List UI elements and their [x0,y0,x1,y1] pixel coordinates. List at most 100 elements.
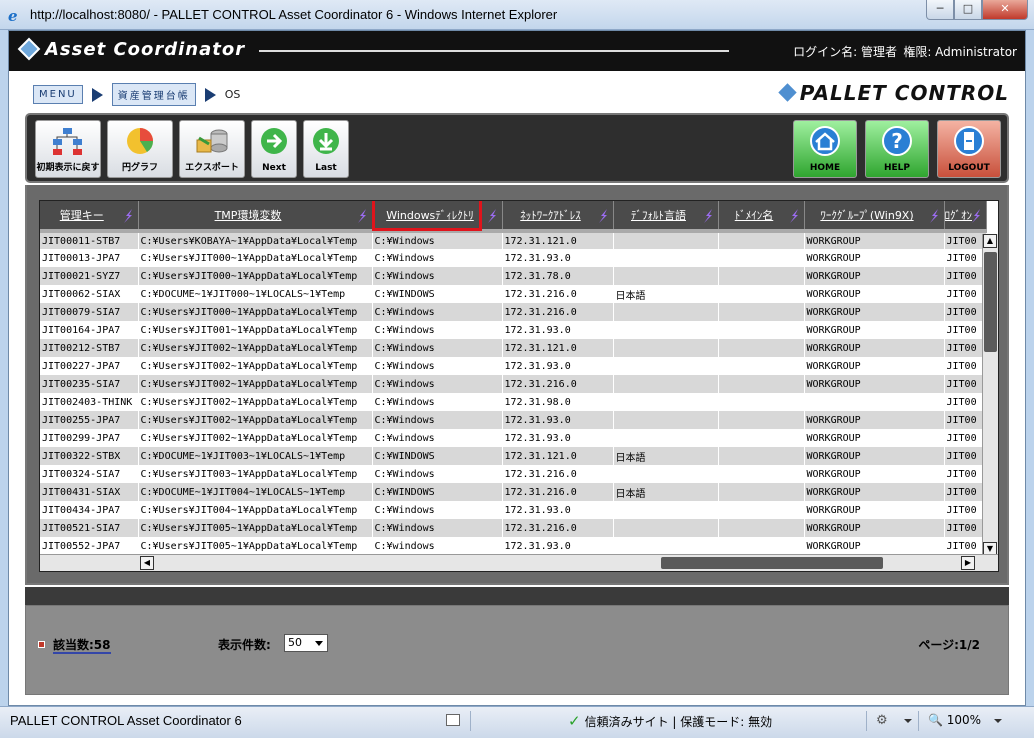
sort-icon[interactable] [703,209,712,223]
table-cell: C:¥Users¥JIT002~1¥AppData¥Local¥Temp [138,339,373,357]
table-cell: WORKGROUP [804,357,945,375]
help-button[interactable]: ? HELP [865,120,929,178]
chevron-down-icon[interactable] [904,719,912,723]
security-settings-icon[interactable]: ⚙ [876,713,888,728]
table-row[interactable]: JIT00299-JPA7 C:¥Users¥JIT002~1¥AppData¥L… [40,429,987,447]
table-cell: C:¥Windows [372,501,503,519]
arrow-down-icon [313,128,339,154]
zoom-level[interactable]: 🔍 100% [928,713,981,727]
table-row[interactable]: JIT00164-JPA7 C:¥Users¥JIT001~1¥AppData¥L… [40,321,987,339]
table-cell [613,339,719,357]
table-cell: C:¥Users¥JIT000~1¥AppData¥Local¥Temp [138,267,373,285]
table-cell: C:¥WINDOWS [372,483,503,501]
table-row[interactable]: JIT00062-SIAX C:¥DOCUME~1¥JIT000~1¥LOCALS… [40,285,987,303]
help-icon: ? [882,126,912,156]
per-page-select[interactable]: 50 [284,634,328,652]
os-table: 管理キー TMP環境変数 Windowsﾃﾞｨﾚｸﾄﾘ ﾈｯﾄﾜｰｸｱﾄﾞﾚｽ ﾃﾞﾌｫ… [40,201,987,555]
sort-icon[interactable] [357,209,366,223]
sort-icon[interactable] [929,209,938,223]
chevron-down-icon[interactable] [994,719,1002,723]
sort-icon[interactable] [789,209,798,223]
maximize-button[interactable]: □ [954,0,982,20]
table-cell: C:¥Windows [372,519,503,537]
table-cell: JIT00079-SIA7 [40,303,139,321]
table-cell [718,501,805,519]
vertical-scroll-thumb[interactable] [984,252,997,352]
sort-icon[interactable] [123,209,132,223]
table-cell: 172.31.93.0 [502,357,614,375]
breadcrumb-menu[interactable]: MENU [33,85,83,104]
sort-icon[interactable] [487,209,496,223]
reset-view-button[interactable]: 初期表示に戻す [35,120,101,178]
table-row[interactable]: JIT00552-JPA7 C:¥Users¥JIT005~1¥AppData¥L… [40,537,987,555]
close-button[interactable]: ✕ [982,0,1028,20]
column-header-label: Windowsﾃﾞｨﾚｸﾄﾘ [386,209,474,222]
minimize-button[interactable]: ─ [926,0,954,20]
export-button[interactable]: エクスポート [179,120,245,178]
table-row[interactable]: JIT00322-STBX C:¥DOCUME~1¥JIT003~1¥LOCALS… [40,447,987,465]
last-button[interactable]: Last [303,120,349,178]
column-header[interactable]: ﾄﾞﾒｲﾝ名 [718,201,805,233]
table-row[interactable]: JIT00079-SIA7 C:¥Users¥JIT000~1¥AppData¥L… [40,303,987,321]
sort-icon[interactable] [598,209,607,223]
table-row[interactable]: JIT00212-STB7 C:¥Users¥JIT002~1¥AppData¥L… [40,339,987,357]
column-header-label: TMP環境変数 [214,209,282,222]
table-row[interactable]: JIT00011-STB7 C:¥Users¥KOBAYA~1¥AppData¥L… [40,231,987,249]
home-button[interactable]: HOME [793,120,857,178]
table-cell: JIT00431-SIAX [40,483,139,501]
table-cell: WORKGROUP [804,429,945,447]
column-header[interactable]: Windowsﾃﾞｨﾚｸﾄﾘ [372,201,503,233]
table-cell: C:¥Windows [372,411,503,429]
column-header[interactable]: TMP環境変数 [138,201,373,233]
column-header[interactable]: ﾈｯﾄﾜｰｸｱﾄﾞﾚｽ [502,201,614,233]
column-header[interactable]: 管理キー [40,201,139,233]
sort-icon[interactable] [972,209,980,223]
table-cell: C:¥Windows [372,231,503,249]
table-row[interactable]: JIT00227-JPA7 C:¥Users¥JIT002~1¥AppData¥L… [40,357,987,375]
table-row[interactable]: JIT00021-SYZ7 C:¥Users¥JIT000~1¥AppData¥L… [40,267,987,285]
table-cell: C:¥Users¥JIT002~1¥AppData¥Local¥Temp [138,357,373,375]
table-cell: 日本語 [613,483,719,501]
column-header[interactable]: ﾜｰｸｸﾞﾙｰﾌﾟ(Win9X) [804,201,945,233]
footer-area: 該当数:58 表示件数: 50 ページ:1/2 [25,605,1009,695]
table-row[interactable]: JIT00431-SIAX C:¥DOCUME~1¥JIT004~1¥LOCALS… [40,483,987,501]
table-cell [613,393,719,411]
vertical-scrollbar[interactable]: ▲ ▼ [982,234,998,556]
next-button[interactable]: Next [251,120,297,178]
brand-diamond-icon [778,83,797,102]
horizontal-scrollbar[interactable]: ◀ ▶ [40,554,998,571]
home-label: HOME [809,163,841,173]
column-header[interactable]: ﾃﾞﾌｫﾙﾄ言語 [613,201,719,233]
app-logo: Asset Coordinator [17,37,245,61]
table-row[interactable]: JIT00324-SIA7 C:¥Users¥JIT003~1¥AppData¥L… [40,465,987,483]
table-cell: JIT00227-JPA7 [40,357,139,375]
table-row[interactable]: JIT00434-JPA7 C:¥Users¥JIT004~1¥AppData¥L… [40,501,987,519]
table-cell [613,375,719,393]
table-cell: 172.31.78.0 [502,267,614,285]
table-cell: C:¥WINDOWS [372,285,503,303]
logout-button[interactable]: LOGOUT [937,120,1001,178]
svg-text:?: ? [891,129,903,153]
table-cell: C:¥Users¥JIT004~1¥AppData¥Local¥Temp [138,501,373,519]
scroll-right-button[interactable]: ▶ [961,556,975,570]
security-zone[interactable]: ✓ 信頼済みサイト | 保護モード: 無効 [568,712,772,730]
table-cell: JIT00 [944,303,987,321]
logo-diamond-icon [17,37,41,61]
horizontal-scroll-thumb[interactable] [661,557,883,569]
table-row[interactable]: JIT00255-JPA7 C:¥Users¥JIT002~1¥AppData¥L… [40,411,987,429]
pie-chart-label: 円グラフ [121,163,158,173]
table-row[interactable]: JIT00521-SIA7 C:¥Users¥JIT005~1¥AppData¥L… [40,519,987,537]
table-row[interactable]: JIT00013-JPA7 C:¥Users¥JIT000~1¥AppData¥L… [40,249,987,267]
table-cell: JIT00 [944,249,987,267]
pie-chart-button[interactable]: 円グラフ [107,120,173,178]
tree-view-icon [53,128,82,155]
scroll-left-button[interactable]: ◀ [140,556,154,570]
table-cell: JIT00521-SIA7 [40,519,139,537]
column-header[interactable]: ﾛｸﾞｵﾝ [944,201,987,233]
breadcrumb-asset-ledger[interactable]: 資産管理台帳 [111,83,196,106]
table-row[interactable]: JIT002403-THINK C:¥Users¥JIT002~1¥AppData… [40,393,987,411]
status-bar: PALLET CONTROL Asset Coordinator 6 ✓ 信頼済み… [0,706,1034,738]
scroll-up-button[interactable]: ▲ [983,234,997,248]
table-row[interactable]: JIT00235-SIA7 C:¥Users¥JIT002~1¥AppData¥L… [40,375,987,393]
breadcrumb-arrow-icon [91,87,103,102]
